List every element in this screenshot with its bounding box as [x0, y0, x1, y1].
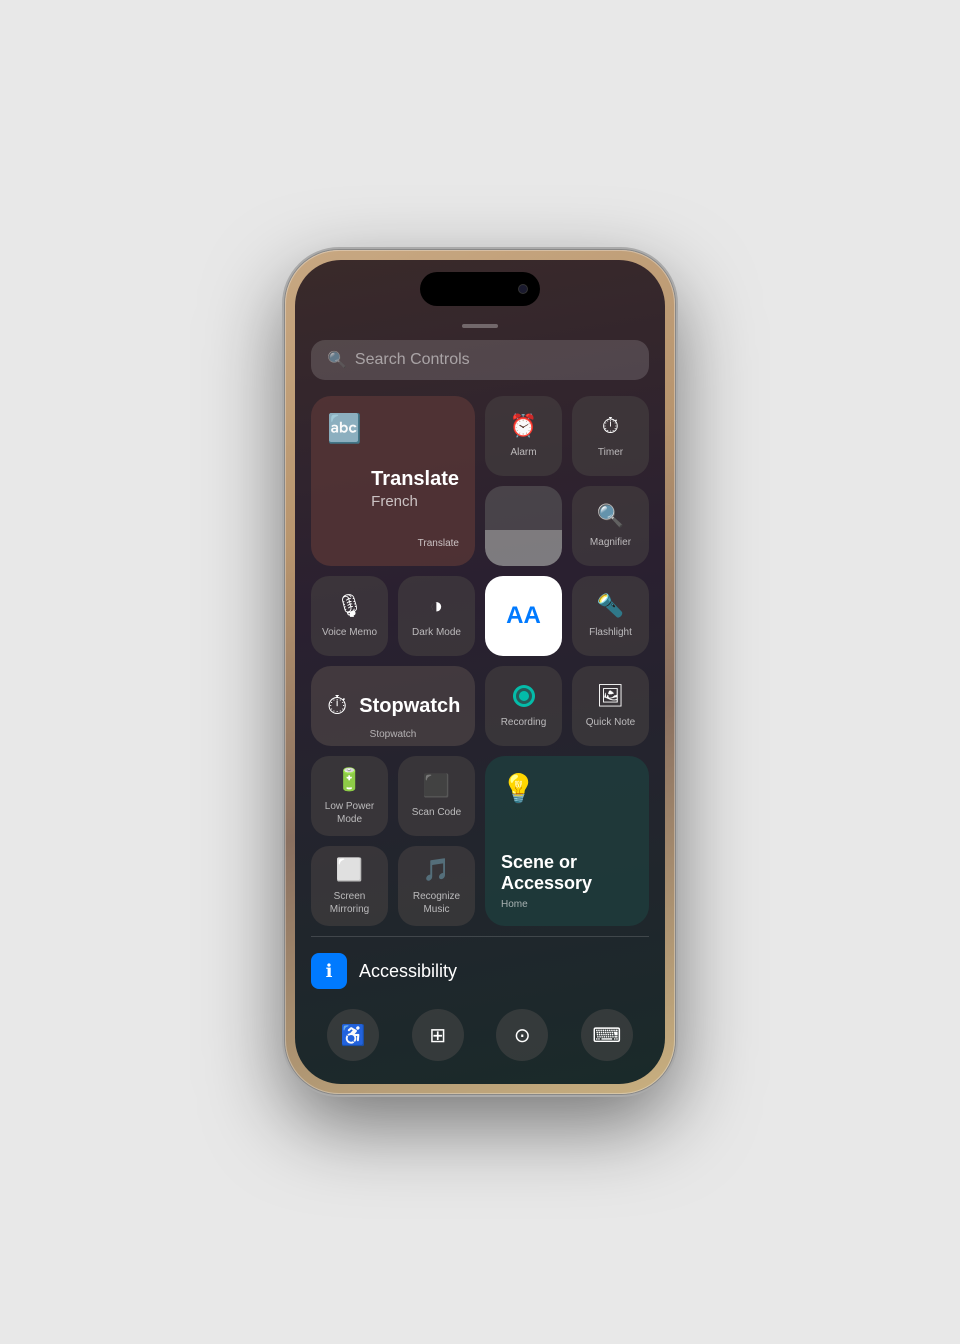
- timer-icon: ⏱: [602, 415, 619, 437]
- controls-grid: 🔤 Translate French Translate ⏰ Alarm ⏱: [311, 396, 649, 926]
- keyboard-bottom-icon[interactable]: ⌨: [581, 1009, 633, 1061]
- flashlight-icon: 🔦: [597, 595, 624, 617]
- phone-screen: 🔍 Search Controls 🔤 Translate French Tra…: [295, 260, 665, 1084]
- accessibility-row[interactable]: ℹ Accessibility: [311, 949, 649, 1001]
- search-bar[interactable]: 🔍 Search Controls: [311, 340, 649, 380]
- translate-text-block: Translate French: [371, 468, 459, 510]
- recognize-music-label: Recognize Music: [404, 890, 469, 916]
- stopwatch-label: Stopwatch: [370, 729, 417, 740]
- timer-control[interactable]: ⏱ Timer: [572, 396, 649, 476]
- translate-control[interactable]: 🔤 Translate French Translate: [311, 396, 475, 566]
- lock-icon: ⊙: [514, 1023, 531, 1048]
- voice-memo-label: Voice Memo: [322, 626, 377, 639]
- scan-code-control[interactable]: ⬛ Scan Code: [398, 756, 475, 836]
- recognize-music-icon: 🎵: [423, 859, 450, 881]
- drag-indicator: [462, 324, 498, 328]
- flashlight-control[interactable]: 🔦 Flashlight: [572, 576, 649, 656]
- scan-code-label: Scan Code: [412, 806, 461, 819]
- search-icon: 🔍: [327, 350, 347, 370]
- recognize-music-control[interactable]: 🎵 Recognize Music: [398, 846, 475, 926]
- text-size-control[interactable]: AA: [485, 576, 562, 656]
- alarm-control[interactable]: ⏰ Alarm: [485, 396, 562, 476]
- alarm-icon: ⏰: [510, 415, 537, 437]
- screen-mirroring-label: Screen Mirroring: [317, 890, 382, 916]
- screen-mirroring-icon: ⬜: [336, 859, 363, 881]
- scan-code-icon: ⬛: [423, 775, 450, 797]
- dark-mode-control[interactable]: ◑ Dark Mode: [398, 576, 475, 656]
- quick-note-icon: 🖼: [597, 685, 625, 707]
- camera-dot: [518, 284, 528, 294]
- magnifier-icon: 🔍: [597, 505, 624, 527]
- stopwatch-text: Stopwatch: [359, 695, 460, 718]
- low-power-control[interactable]: 🔋 Low Power Mode: [311, 756, 388, 836]
- accessibility-icon: ℹ: [311, 953, 347, 989]
- quick-note-label: Quick Note: [586, 716, 635, 729]
- text-size-icon: AA: [506, 604, 541, 628]
- lock-bottom-icon[interactable]: ⊙: [496, 1009, 548, 1061]
- brightness-slider[interactable]: [485, 486, 562, 566]
- keyboard-icon: ⌨: [592, 1023, 621, 1048]
- translate-title: Translate: [371, 468, 459, 491]
- person-icon: ♿: [341, 1023, 366, 1048]
- stopwatch-icon: ⏱: [327, 690, 347, 722]
- voice-memo-icon: 🎙: [336, 595, 364, 617]
- translate-subtitle: French: [371, 493, 459, 510]
- grid-bottom-icon[interactable]: ⊞: [412, 1009, 464, 1061]
- translate-label: Translate: [418, 538, 459, 550]
- scene-text-block: Scene or Accessory Home: [501, 852, 633, 910]
- magnifier-label: Magnifier: [590, 536, 631, 549]
- dark-mode-icon: ◑: [430, 595, 443, 617]
- low-power-icon: 🔋: [336, 769, 363, 791]
- voice-memo-control[interactable]: 🎙 Voice Memo: [311, 576, 388, 656]
- scene-title: Scene or Accessory: [501, 852, 633, 895]
- recording-control[interactable]: Recording: [485, 666, 562, 746]
- alarm-label: Alarm: [510, 446, 536, 459]
- accessibility-bottom-icon[interactable]: ♿: [327, 1009, 379, 1061]
- flashlight-label: Flashlight: [589, 626, 632, 639]
- divider: [311, 936, 649, 937]
- screen-content: 🔍 Search Controls 🔤 Translate French Tra…: [295, 316, 665, 1084]
- accessibility-label: Accessibility: [359, 961, 457, 982]
- low-power-label: Low Power Mode: [317, 800, 382, 826]
- recording-label: Recording: [501, 716, 547, 729]
- dark-mode-label: Dark Mode: [412, 626, 461, 639]
- recording-icon: [513, 685, 535, 707]
- phone-frame: 🔍 Search Controls 🔤 Translate French Tra…: [285, 250, 675, 1094]
- scene-control[interactable]: 💡 Scene or Accessory Home: [485, 756, 649, 926]
- scene-label: Home: [501, 899, 633, 910]
- stopwatch-control[interactable]: ⏱ Stopwatch Stopwatch: [311, 666, 475, 746]
- dynamic-island: [420, 272, 540, 306]
- grid-icon: ⊞: [429, 1023, 446, 1048]
- search-placeholder: Search Controls: [355, 351, 470, 369]
- quick-note-control[interactable]: 🖼 Quick Note: [572, 666, 649, 746]
- translate-icon: 🔤: [327, 412, 362, 445]
- screen-mirroring-control[interactable]: ⬜ Screen Mirroring: [311, 846, 388, 926]
- scene-icon: 💡: [501, 772, 536, 805]
- slider-fill: [485, 530, 562, 566]
- magnifier-control[interactable]: 🔍 Magnifier: [572, 486, 649, 566]
- timer-label: Timer: [598, 446, 623, 459]
- bottom-icons-row: ♿ ⊞ ⊙ ⌨: [311, 1001, 649, 1065]
